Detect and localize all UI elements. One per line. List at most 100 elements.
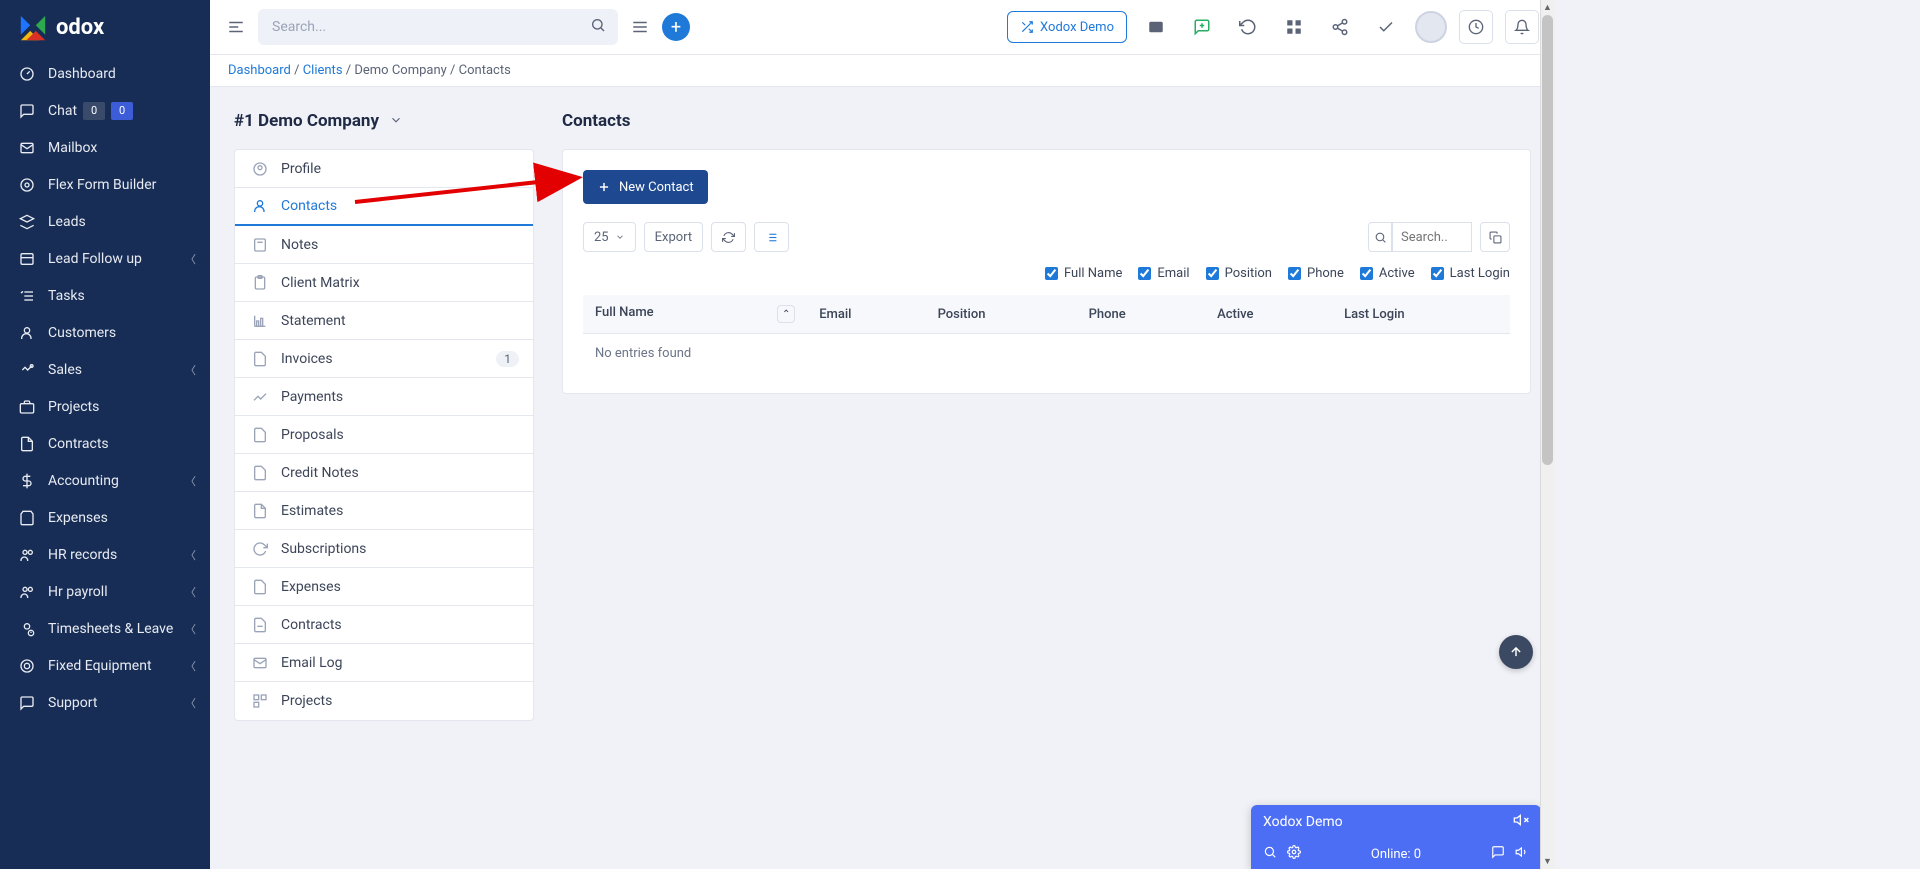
sidebar-item-contracts[interactable]: Contracts: [0, 425, 210, 462]
chat-volume-icon[interactable]: [1515, 845, 1529, 863]
expand-button[interactable]: [1480, 222, 1510, 252]
sidebar-item-leads[interactable]: Leads: [0, 203, 210, 240]
filter-checkbox[interactable]: [1206, 267, 1219, 280]
sidebar-item-lead-follow-up[interactable]: Lead Follow up〈: [0, 240, 210, 277]
refresh-button[interactable]: [711, 222, 746, 252]
sidebar-item-support[interactable]: Support〈: [0, 684, 210, 721]
column-full-name[interactable]: Full Name⌃: [583, 295, 807, 334]
sidebar-item-timesheets-leave[interactable]: Timesheets & Leave〈: [0, 610, 210, 647]
tab-contracts[interactable]: Contracts: [235, 606, 533, 644]
filter-checkbox[interactable]: [1288, 267, 1301, 280]
chat-search-icon[interactable]: [1263, 845, 1277, 863]
export-button[interactable]: Export: [644, 222, 704, 252]
chevron-down-icon[interactable]: [389, 113, 403, 130]
add-button[interactable]: +: [662, 13, 690, 41]
new-contact-button[interactable]: New Contact: [583, 170, 708, 204]
tab-profile[interactable]: Profile: [235, 150, 533, 188]
filter-email[interactable]: Email: [1138, 266, 1189, 281]
column-email[interactable]: Email: [807, 295, 925, 334]
filter-checkbox[interactable]: [1138, 267, 1151, 280]
breadcrumb-dashboard[interactable]: Dashboard: [228, 63, 291, 78]
logo[interactable]: odox: [0, 0, 210, 55]
chat-widget[interactable]: Xodox Demo Online: 0: [1251, 805, 1541, 869]
sidebar-item-label: Contracts: [48, 436, 109, 452]
filter-checkbox[interactable]: [1045, 267, 1058, 280]
search-icon[interactable]: [590, 17, 606, 37]
chat-vol-off-icon[interactable]: [1513, 812, 1529, 832]
sidebar-item-tasks[interactable]: Tasks: [0, 277, 210, 314]
sidebar-item-dashboard[interactable]: Dashboard: [0, 55, 210, 92]
card-icon[interactable]: [1139, 10, 1173, 44]
sidebar-item-mailbox[interactable]: Mailbox: [0, 129, 210, 166]
column-phone[interactable]: Phone: [1077, 295, 1205, 334]
filter-last-login[interactable]: Last Login: [1431, 266, 1510, 281]
filter-position[interactable]: Position: [1206, 266, 1272, 281]
chat-icon: [16, 695, 38, 711]
scrollbar-thumb[interactable]: [1542, 15, 1553, 465]
history-icon[interactable]: [1231, 10, 1265, 44]
apps-icon[interactable]: [1277, 10, 1311, 44]
table-search-input[interactable]: [1392, 222, 1472, 252]
sidebar-item-hr-records[interactable]: HR records〈: [0, 536, 210, 573]
sidebar-item-expenses[interactable]: Expenses: [0, 499, 210, 536]
chevron-left-icon: 〈: [185, 547, 196, 563]
hamburger-icon[interactable]: [630, 17, 650, 37]
tab-client-matrix[interactable]: Client Matrix: [235, 264, 533, 302]
demo-button[interactable]: Xodox Demo: [1007, 11, 1127, 43]
tab-email-log[interactable]: Email Log: [235, 644, 533, 682]
share-icon[interactable]: [1323, 10, 1357, 44]
tab-subscriptions[interactable]: Subscriptions: [235, 530, 533, 568]
filter-full-name[interactable]: Full Name: [1045, 266, 1122, 281]
sidebar-item-fixed-equipment[interactable]: Fixed Equipment〈: [0, 647, 210, 684]
tab-credit-notes[interactable]: Credit Notes: [235, 454, 533, 492]
check-icon[interactable]: [1369, 10, 1403, 44]
clock-icon[interactable]: [1459, 10, 1493, 44]
chat-message-icon[interactable]: [1491, 845, 1505, 863]
tab-invoices[interactable]: Invoices1: [235, 340, 533, 378]
chat-online-text: Online: 0: [1371, 847, 1421, 862]
page-size-select[interactable]: 25: [583, 222, 636, 252]
tab-projects[interactable]: Projects: [235, 682, 533, 720]
sort-asc-icon[interactable]: ⌃: [777, 305, 795, 323]
badge: 0: [111, 102, 133, 120]
avatar[interactable]: [1415, 11, 1447, 43]
filter-active[interactable]: Active: [1360, 266, 1415, 281]
sidebar-item-sales[interactable]: Sales〈: [0, 351, 210, 388]
sidebar-item-flex-form-builder[interactable]: Flex Form Builder: [0, 166, 210, 203]
table-search-icon[interactable]: [1368, 222, 1392, 252]
scrollbar-down-icon[interactable]: ▼: [1540, 854, 1555, 869]
tab-estimates[interactable]: Estimates: [235, 492, 533, 530]
column-last-login[interactable]: Last Login: [1332, 295, 1510, 334]
filter-checkbox[interactable]: [1431, 267, 1444, 280]
vertical-scrollbar[interactable]: ▲ ▼: [1540, 0, 1555, 869]
sidebar-item-hr-payroll[interactable]: Hr payroll〈: [0, 573, 210, 610]
chat-gear-icon[interactable]: [1287, 845, 1301, 863]
filter-label: Full Name: [1064, 266, 1122, 281]
scrollbar-up-icon[interactable]: ▲: [1540, 0, 1555, 15]
breadcrumb: Dashboard / Clients / Demo Company / Con…: [210, 55, 1555, 87]
filter-phone[interactable]: Phone: [1288, 266, 1344, 281]
filter-checkbox[interactable]: [1360, 267, 1373, 280]
userclock-icon: [16, 621, 38, 637]
sidebar-item-label: Hr payroll: [48, 584, 108, 600]
menu-collapse-icon[interactable]: [226, 17, 246, 37]
sidebar-item-accounting[interactable]: Accounting〈: [0, 462, 210, 499]
columns-button[interactable]: [754, 222, 789, 252]
sidebar-item-customers[interactable]: Customers: [0, 314, 210, 351]
sidebar-item-chat[interactable]: Chat00: [0, 92, 210, 129]
tab-notes[interactable]: Notes: [235, 226, 533, 264]
tab-contacts[interactable]: Contacts: [235, 188, 533, 226]
scroll-top-button[interactable]: [1499, 635, 1533, 669]
column-active[interactable]: Active: [1205, 295, 1332, 334]
bell-icon[interactable]: [1505, 10, 1539, 44]
tab-proposals[interactable]: Proposals: [235, 416, 533, 454]
breadcrumb-clients[interactable]: Clients: [303, 63, 343, 78]
column-position[interactable]: Position: [926, 295, 1077, 334]
tab-expenses[interactable]: Expenses: [235, 568, 533, 606]
sidebar-item-projects[interactable]: Projects: [0, 388, 210, 425]
tab-statement[interactable]: Statement: [235, 302, 533, 340]
tab-payments[interactable]: Payments: [235, 378, 533, 416]
search-input[interactable]: [258, 9, 618, 45]
comment-icon[interactable]: [1185, 10, 1219, 44]
chevron-left-icon: 〈: [185, 621, 196, 637]
